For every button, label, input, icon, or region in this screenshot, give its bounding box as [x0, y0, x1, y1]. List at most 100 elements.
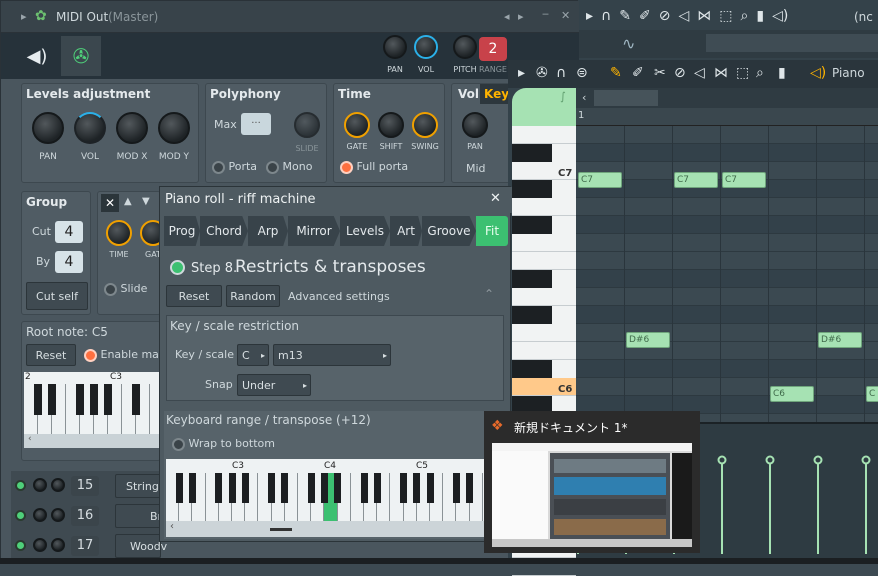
velocity-handle[interactable]: [813, 455, 823, 465]
black-key[interactable]: [90, 384, 98, 415]
channel-name-button[interactable]: Bras: [115, 504, 175, 528]
pan-knob[interactable]: [383, 35, 407, 59]
channel-led[interactable]: [15, 540, 26, 551]
scroll-thumb[interactable]: [270, 528, 292, 531]
black-key[interactable]: [360, 473, 368, 503]
range-value[interactable]: 2: [479, 37, 507, 61]
full-porta-radio[interactable]: [340, 160, 353, 174]
zoom-icon[interactable]: ⌕: [756, 65, 764, 81]
timeline[interactable]: 1: [576, 108, 878, 126]
slice-icon[interactable]: ⋈: [714, 65, 728, 81]
black-key[interactable]: [512, 180, 552, 198]
channel-vol-knob[interactable]: [51, 508, 65, 522]
wrap-option[interactable]: Wrap to bottom: [172, 437, 275, 451]
mono-option[interactable]: Mono: [266, 160, 312, 174]
black-key[interactable]: [188, 473, 196, 503]
taskbar-thumbnail[interactable]: ❖ 新規ドキュメント 1*: [484, 411, 700, 553]
porta-option[interactable]: Porta: [212, 160, 257, 174]
channel-name-button[interactable]: String: [115, 474, 161, 498]
channel-pan-knob[interactable]: [33, 538, 47, 552]
playlist-scroll[interactable]: [706, 34, 878, 52]
white-key[interactable]: [512, 288, 576, 306]
tab-chord[interactable]: Chord: [200, 216, 248, 246]
max-input[interactable]: ···: [241, 113, 271, 135]
arp-down-icon[interactable]: ▼: [142, 196, 150, 207]
levels-mody-knob[interactable]: [158, 112, 190, 144]
shift-knob[interactable]: [378, 112, 404, 138]
levels-vol-knob[interactable]: [74, 112, 106, 144]
scroll-thumb[interactable]: [594, 90, 658, 106]
black-key[interactable]: [281, 473, 289, 503]
black-key[interactable]: [452, 473, 460, 503]
note-grid[interactable]: C7 C7 C7 D#6 D#6 C6 C: [576, 126, 878, 432]
mute-icon[interactable]: ⊘: [674, 65, 686, 81]
channel-pan-knob[interactable]: [33, 478, 47, 492]
mono-radio[interactable]: [266, 160, 279, 174]
tab-arp[interactable]: Arp: [248, 216, 288, 246]
piano-roll-scroll[interactable]: ‹: [576, 88, 878, 108]
black-key[interactable]: [334, 473, 342, 503]
zoom-icon[interactable]: ⌕: [741, 8, 749, 24]
channel-pan-knob[interactable]: [33, 508, 47, 522]
enable-main-option[interactable]: Enable mair: [84, 348, 167, 362]
brush-icon[interactable]: ✐: [632, 65, 644, 81]
black-key[interactable]: [76, 384, 84, 415]
note[interactable]: C6: [770, 386, 814, 402]
channel-title-bar[interactable]: ▸ ✿ MIDI Out (Master) ◂ ▸ ‒ ✕: [1, 1, 579, 33]
magnet-icon[interactable]: ∩: [601, 8, 611, 24]
black-key[interactable]: [104, 384, 112, 415]
scale-select[interactable]: m13 ▸: [273, 344, 391, 366]
black-key[interactable]: [48, 384, 56, 415]
gate-knob[interactable]: [344, 112, 370, 138]
white-key[interactable]: [512, 252, 576, 270]
delete-icon[interactable]: ✂: [654, 65, 666, 81]
magnet-icon[interactable]: ∩: [556, 65, 566, 81]
advanced-settings-link[interactable]: Advanced settings: [288, 290, 390, 303]
wrench-icon[interactable]: ✇: [536, 65, 548, 81]
target-speaker-icon[interactable]: ◁): [810, 65, 826, 81]
select-icon[interactable]: ⬚: [736, 65, 749, 81]
riff-close-icon[interactable]: ✕: [490, 191, 501, 206]
prev-arrow-icon[interactable]: ◂: [504, 10, 510, 23]
black-key[interactable]: [175, 473, 183, 503]
riff-title-bar[interactable]: Piano roll - riff machine ✕: [160, 187, 512, 213]
black-key[interactable]: [400, 473, 408, 503]
piano-roll-corner[interactable]: ∫: [512, 88, 576, 126]
note[interactable]: D#6: [626, 332, 670, 348]
white-key[interactable]: [512, 126, 576, 144]
snap-icon[interactable]: ⊜: [576, 65, 588, 81]
black-key[interactable]: [241, 473, 249, 503]
channel-number[interactable]: 16: [71, 506, 99, 526]
channel-row[interactable]: 17 Woodv: [11, 531, 167, 561]
vol-tab[interactable]: Vol: [458, 87, 479, 101]
next-arrow-icon[interactable]: ▸: [518, 10, 524, 23]
arp-close-icon[interactable]: ✕: [101, 194, 119, 212]
plugin-tab[interactable]: ◀): [17, 36, 57, 76]
tab-levels[interactable]: Levels: [340, 216, 390, 246]
white-key[interactable]: [512, 342, 576, 360]
black-key[interactable]: [307, 473, 315, 503]
arp-time-knob[interactable]: [106, 220, 132, 246]
toolbar-icon-row[interactable]: ▸ ∩ ✎ ✐ ⊘ ◁ ⋈ ⬚ ⌕ ▮ ◁): [586, 8, 788, 24]
channel-number[interactable]: 15: [71, 476, 99, 496]
root-kb-scrollbar[interactable]: ‹: [24, 434, 162, 448]
playback-icon[interactable]: ▮: [756, 8, 764, 24]
black-key[interactable]: [512, 216, 552, 234]
select-icon[interactable]: ⬚: [719, 8, 732, 24]
expand-icon[interactable]: ▸: [21, 10, 27, 23]
black-key[interactable]: [34, 384, 42, 415]
arp-slide-radio[interactable]: [104, 282, 117, 296]
arp-slide-option[interactable]: Slide: [104, 282, 147, 296]
channel-led[interactable]: [15, 510, 26, 521]
black-key[interactable]: [228, 473, 236, 503]
black-key[interactable]: [132, 384, 140, 415]
black-key[interactable]: [512, 144, 552, 162]
porta-radio[interactable]: [212, 160, 225, 174]
piano-roll-title[interactable]: Piano: [832, 66, 865, 80]
riff-reset-button[interactable]: Reset: [166, 285, 222, 307]
key-pan-knob[interactable]: [462, 112, 488, 138]
velocity-handle[interactable]: [717, 455, 727, 465]
wrap-radio[interactable]: [172, 437, 185, 451]
play-arrow-icon[interactable]: ▸: [586, 8, 593, 24]
velocity-handle[interactable]: [861, 455, 871, 465]
